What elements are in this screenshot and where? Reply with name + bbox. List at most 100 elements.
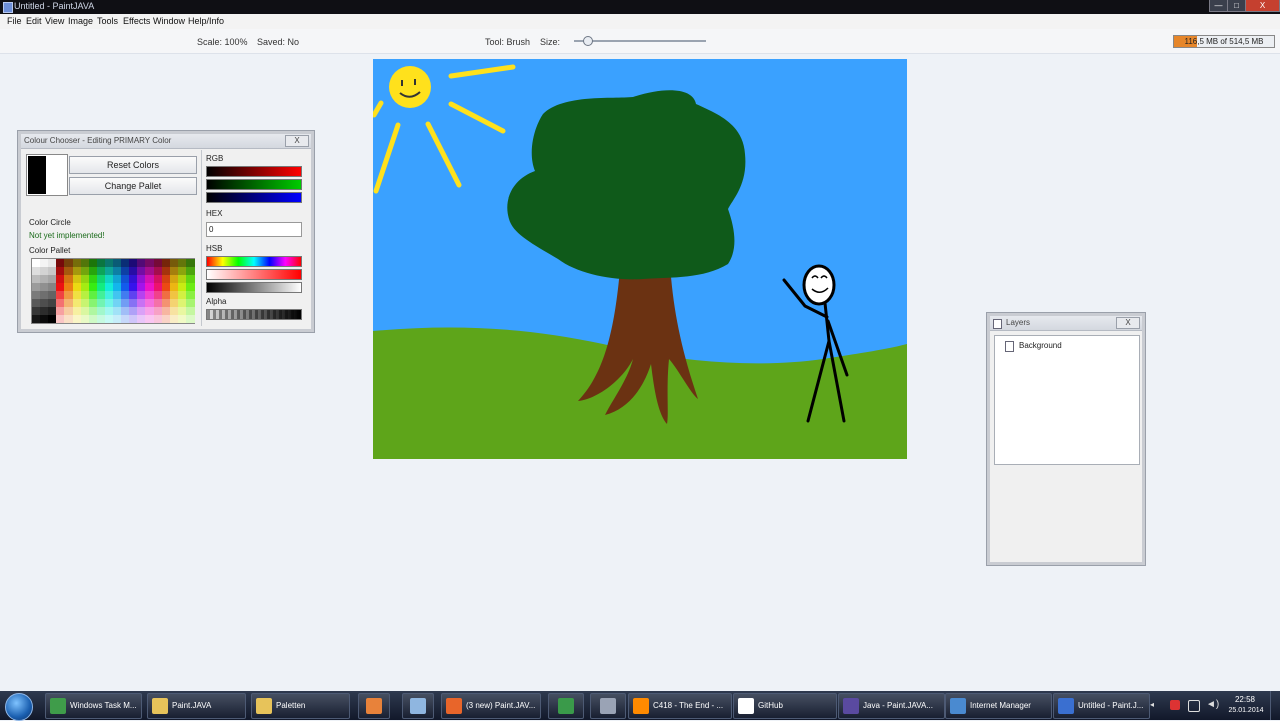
layers-close-button[interactable]: X	[1116, 317, 1140, 329]
hex-input[interactable]: 0	[206, 222, 302, 237]
task-manager-icon	[50, 698, 66, 714]
color-pallet-grid[interactable]	[31, 258, 195, 324]
pallet-swatch[interactable]	[185, 283, 195, 291]
firefox-icon	[446, 698, 462, 714]
size-slider-track[interactable]	[574, 36, 706, 46]
taskbar-button[interactable]: GitHub	[733, 693, 837, 719]
hue-slider[interactable]	[206, 256, 302, 267]
change-pallet-button[interactable]: Change Pallet	[69, 177, 197, 195]
alpha-gradient	[207, 310, 301, 319]
window-title: Untitled - PaintJAVA	[14, 1, 95, 11]
pallet-swatch[interactable]	[185, 275, 195, 283]
primary-color-swatch[interactable]	[28, 156, 46, 194]
menu-window[interactable]: Window	[153, 16, 185, 26]
clock-date[interactable]: 25.01.2014	[1224, 707, 1268, 714]
java-icon	[1058, 698, 1074, 714]
volume-icon[interactable]: ◄)	[1206, 699, 1219, 710]
reset-colors-button[interactable]: Reset Colors	[69, 156, 197, 174]
divider	[201, 150, 202, 326]
taskbar-button[interactable]: Paint.JAVA	[147, 693, 246, 719]
brightness-slider[interactable]	[206, 282, 302, 293]
menu-file[interactable]: File	[7, 16, 22, 26]
menu-effects[interactable]: Effects	[123, 16, 150, 26]
taskbar-button[interactable]	[358, 693, 390, 719]
menu-tools[interactable]: Tools	[97, 16, 118, 26]
red-slider[interactable]	[206, 166, 302, 177]
status-toolbar: Scale: 100% Saved: No Tool: Brush Size: …	[0, 29, 1280, 54]
rgb-label: RGB	[206, 154, 224, 163]
green-slider[interactable]	[206, 179, 302, 190]
saturation-slider[interactable]	[206, 269, 302, 280]
taskbar-button[interactable]: Java - Paint.JAVA...	[838, 693, 945, 719]
colour-chooser-title: Colour Chooser - Editing PRIMARY Color	[24, 136, 172, 145]
alpha-slider[interactable]	[206, 309, 302, 320]
blue-slider[interactable]	[206, 192, 302, 203]
layer-icon	[1005, 341, 1014, 352]
drawing-canvas[interactable]	[373, 59, 907, 459]
menu-help-info[interactable]: Help/Info	[188, 16, 224, 26]
folder-icon	[152, 698, 168, 714]
media-player-icon	[366, 698, 382, 714]
taskbar-button[interactable]: Untitled - Paint.J...	[1053, 693, 1150, 719]
tray-expand-icon[interactable]: ◂	[1150, 700, 1160, 710]
maximize-button[interactable]: □	[1227, 0, 1246, 12]
colour-chooser-dialog: Colour Chooser - Editing PRIMARY Color X…	[18, 131, 314, 332]
pallet-swatch[interactable]	[185, 259, 195, 267]
scale-readout: Scale: 100%	[197, 37, 248, 47]
taskbar-button[interactable]: Internet Manager	[945, 693, 1052, 719]
app-icon	[600, 698, 616, 714]
menu-edit[interactable]: Edit	[26, 16, 42, 26]
color-circle-label: Color Circle	[29, 218, 71, 227]
alpha-label: Alpha	[206, 297, 227, 306]
taskbar-button[interactable]: Windows Task M...	[45, 693, 142, 719]
show-desktop-button[interactable]	[1270, 691, 1280, 720]
taskbar-button-label: C418 - The End - ...	[653, 701, 724, 710]
taskbar-button-label: Paint.JAVA	[172, 701, 212, 710]
pallet-swatch[interactable]	[185, 267, 195, 275]
tool-readout: Tool: Brush	[485, 37, 531, 47]
pallet-swatch[interactable]	[185, 299, 195, 307]
window-title-bar: Untitled - PaintJAVA — □ X	[0, 0, 1280, 14]
menu-image[interactable]: Image	[68, 16, 93, 26]
start-button[interactable]	[5, 693, 33, 721]
size-slider-thumb[interactable]	[583, 36, 594, 46]
menu-view[interactable]: View	[45, 16, 64, 26]
taskbar-button-label: GitHub	[758, 701, 783, 710]
pallet-swatch[interactable]	[185, 291, 195, 299]
color-swatches[interactable]	[26, 154, 68, 196]
pallet-swatch[interactable]	[185, 315, 195, 323]
layers-title: Layers	[1006, 318, 1031, 327]
pallet-swatch[interactable]	[185, 307, 195, 315]
vlc-icon	[633, 698, 649, 714]
taskbar-button[interactable]: C418 - The End - ...	[628, 693, 732, 719]
network-tray-icon[interactable]	[1188, 700, 1200, 712]
menu-bar: File Edit View Image Tools Effects Windo…	[0, 14, 1280, 29]
close-button[interactable]: X	[1245, 0, 1280, 12]
layer-name: Background	[1019, 341, 1062, 350]
memory-indicator: 116,5 MB of 514,5 MB	[1173, 35, 1275, 48]
layers-window-icon	[993, 319, 1002, 329]
hsb-label: HSB	[206, 244, 223, 253]
taskbar-button-label: Paletten	[276, 701, 306, 710]
clock-time[interactable]: 22:58	[1230, 695, 1260, 704]
chrome-icon	[558, 698, 574, 714]
eclipse-icon	[843, 698, 859, 714]
color-circle-status: Not yet implemented!	[29, 231, 105, 240]
taskbar-button[interactable]	[590, 693, 626, 719]
saved-status: Saved: No	[257, 37, 300, 47]
layers-dialog: Layers X Background	[987, 313, 1145, 565]
taskbar-button[interactable]: (3 new) Paint.JAV...	[441, 693, 541, 719]
memory-readout: 116,5 MB of 514,5 MB	[1184, 37, 1264, 46]
taskbar-button[interactable]	[548, 693, 584, 719]
colour-chooser-close-button[interactable]: X	[285, 135, 309, 147]
size-label: Size:	[540, 37, 561, 47]
minimize-button[interactable]: —	[1209, 0, 1228, 12]
taskbar-button-label: (3 new) Paint.JAV...	[466, 701, 536, 710]
taskbar-button[interactable]	[402, 693, 434, 719]
layers-title-bar: Layers X	[990, 316, 1142, 331]
antivirus-icon[interactable]	[1170, 700, 1180, 710]
network-icon	[950, 698, 966, 714]
taskbar-button[interactable]: Paletten	[251, 693, 350, 719]
color-pallet-label: Color Pallet	[29, 246, 71, 255]
taskbar-button-label: Java - Paint.JAVA...	[863, 701, 933, 710]
